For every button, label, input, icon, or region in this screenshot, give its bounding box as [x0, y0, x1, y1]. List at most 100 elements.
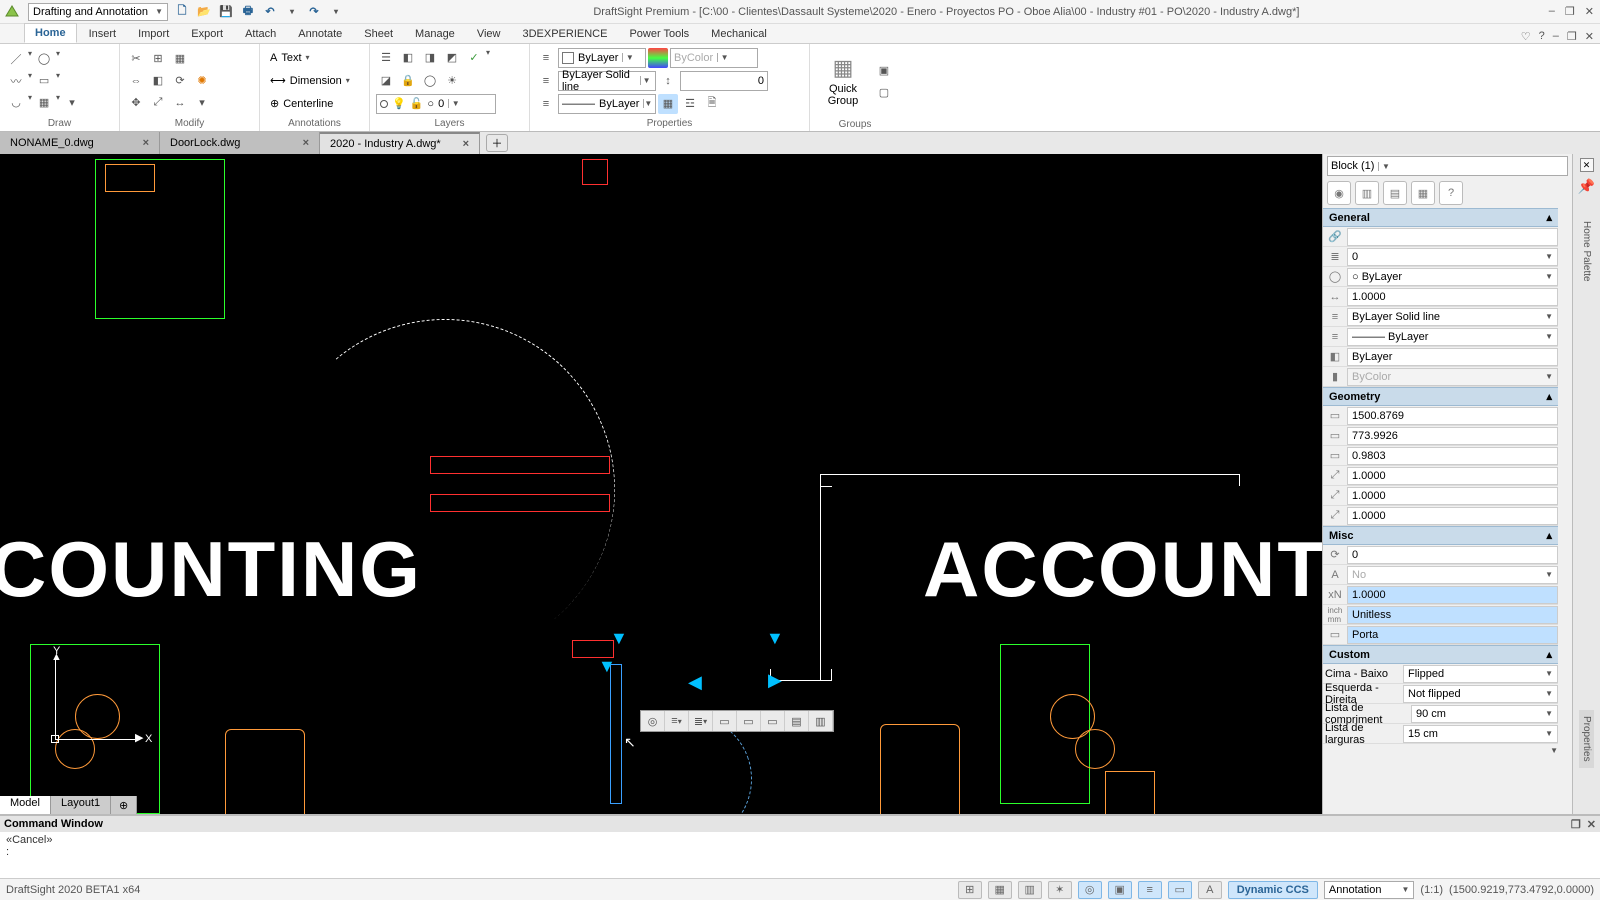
custom-esq-dir[interactable]: Not flipped▼ — [1403, 685, 1558, 703]
grip-arrow-icon[interactable]: ◀ — [688, 672, 702, 693]
rail-properties-label[interactable]: Properties — [1579, 710, 1594, 768]
hatch-icon[interactable]: ▦ — [34, 93, 54, 113]
save-icon[interactable]: 💾 — [218, 4, 234, 20]
prop-linescale[interactable]: 1.0000 — [1347, 288, 1558, 306]
line-color-combo[interactable]: ByLayer▼ — [558, 48, 646, 68]
layer-state-icon[interactable]: ◧ — [398, 48, 418, 68]
hu-list2-icon[interactable]: ≣▾ — [689, 711, 713, 731]
palette-pin-icon[interactable]: 📌 — [1578, 178, 1595, 195]
sheet-tab-model[interactable]: Model — [0, 796, 51, 814]
prop-tool-2[interactable]: ▥ — [1355, 181, 1379, 205]
tab-insert[interactable]: Insert — [79, 25, 127, 43]
prop-transparency[interactable]: ByLayer — [1347, 348, 1558, 366]
prop-block-name[interactable]: Porta — [1347, 626, 1558, 644]
match-props-icon[interactable]: ▦ — [658, 94, 678, 114]
pattern-icon[interactable]: ▦ — [170, 49, 190, 69]
prop-color[interactable]: ○ ByLayer▼ — [1347, 268, 1558, 286]
help-icon[interactable]: ? — [1539, 30, 1545, 43]
workspace-selector[interactable]: Drafting and Annotation ▼ — [28, 3, 168, 21]
tab-attach[interactable]: Attach — [235, 25, 286, 43]
hu-match-icon[interactable]: ▤ — [785, 711, 809, 731]
prop-y[interactable]: 773.9926 — [1347, 427, 1558, 445]
grip-arrow-icon[interactable]: ▼ — [598, 656, 616, 677]
centerline-button[interactable]: ⊕Centerline — [266, 94, 354, 114]
new-icon[interactable]: 🗋 — [174, 4, 190, 20]
hu-layer2-icon[interactable]: ▭ — [737, 711, 761, 731]
linecolor-icon[interactable]: ≡ — [536, 48, 556, 68]
prop-rotation[interactable]: 0 — [1347, 546, 1558, 564]
ortho-button[interactable]: ▥ — [1018, 881, 1042, 899]
layer-prev-icon[interactable]: ◨ — [420, 48, 440, 68]
section-misc[interactable]: Misc▴ — [1323, 526, 1558, 545]
layer-off-icon[interactable]: ◯ — [420, 71, 440, 91]
prop-z[interactable]: 0.9803 — [1347, 447, 1558, 465]
lineweight-set-icon[interactable]: ↕ — [658, 71, 678, 91]
layer-thaw-icon[interactable]: ☀ — [442, 71, 462, 91]
arc-icon[interactable]: ◡ — [6, 93, 26, 113]
tab-3dexperience[interactable]: 3DEXPERIENCE — [512, 25, 617, 43]
page-props-icon[interactable]: 🗎 — [702, 94, 722, 114]
redo-icon[interactable]: ↷ — [306, 4, 322, 20]
prop-hyperlink[interactable] — [1347, 228, 1558, 246]
prop-tool-4[interactable]: ▦ — [1411, 181, 1435, 205]
layer-ok-icon[interactable]: ✓ — [464, 48, 484, 68]
layer-manager-icon[interactable]: ☰ — [376, 48, 396, 68]
grip-triangle-icon[interactable]: ▼ — [766, 628, 784, 649]
group-icon[interactable]: ▣ — [874, 60, 894, 80]
tab-import[interactable]: Import — [128, 25, 179, 43]
heart-icon[interactable]: ♡ — [1521, 30, 1531, 43]
custom-largura[interactable]: 15 cm▼ — [1403, 725, 1558, 743]
quick-group-button[interactable]: ▦ Quick Group — [816, 46, 870, 116]
tab-manage[interactable]: Manage — [405, 25, 465, 43]
app-logo[interactable] — [0, 0, 24, 24]
hu-list1-icon[interactable]: ≡▾ — [665, 711, 689, 731]
custom-cima-baixo[interactable]: Flipped▼ — [1403, 665, 1558, 683]
sheet-tab-layout1[interactable]: Layout1 — [51, 796, 111, 814]
array-icon[interactable]: ⊞ — [148, 49, 168, 69]
child-minimize-icon[interactable]: – — [1549, 5, 1555, 18]
prop-linestyle[interactable]: ByLayer Solid line▼ — [1347, 308, 1558, 326]
annomon-button[interactable]: A — [1198, 881, 1222, 899]
tab-home[interactable]: Home — [24, 23, 77, 43]
etrack-button[interactable]: ▣ — [1108, 881, 1132, 899]
restore-icon[interactable]: ❐ — [1567, 30, 1577, 43]
modify-more-icon[interactable]: ▾ — [192, 93, 212, 113]
text-button[interactable]: AText▾ — [266, 48, 354, 68]
qinput-button[interactable]: ▭ — [1168, 881, 1192, 899]
list-props-icon[interactable]: ☲ — [680, 94, 700, 114]
cmd-restore-icon[interactable]: ❐ — [1571, 818, 1581, 831]
tab-view[interactable]: View — [467, 25, 511, 43]
command-history[interactable]: «Cancel» : — [0, 832, 1600, 878]
prop-annotative[interactable]: No▼ — [1347, 566, 1558, 584]
dynamic-ccs-button[interactable]: Dynamic CCS — [1228, 881, 1318, 899]
doc-tab-noname[interactable]: NONAME_0.dwg× — [0, 132, 160, 154]
trim-icon[interactable]: ✂ — [126, 49, 146, 69]
more-draw-icon[interactable]: ▾ — [62, 93, 82, 113]
layer-tool1-icon[interactable]: ◩ — [442, 48, 462, 68]
rect-icon[interactable]: ▭ — [34, 71, 54, 91]
prop-unit-factor[interactable]: 1.0000 — [1347, 586, 1558, 604]
close-icon[interactable]: × — [463, 138, 469, 150]
color-palette-icon[interactable] — [648, 48, 668, 68]
grip-arrow-icon[interactable]: ▶ — [768, 670, 782, 691]
linestyle-icon[interactable]: ≡ — [536, 71, 556, 91]
scroll-down-arrow-icon[interactable]: ▼ — [1550, 746, 1558, 755]
ungroup-icon[interactable]: ▢ — [874, 82, 894, 102]
sheet-add-button[interactable]: ⊕ — [111, 796, 137, 814]
tab-export[interactable]: Export — [181, 25, 233, 43]
line-weight-combo[interactable]: ———ByLayer▼ — [558, 94, 656, 114]
layer-active-combo[interactable]: 💡🔓○ 0 ▼ — [376, 94, 496, 114]
drawing-canvas[interactable]: COUNTING ACCOUNT ▼ ▼ ▼ ◀ ▶ ◎ ≡▾ ≣▾ — [0, 154, 1322, 814]
disp-color-combo[interactable]: ByColor▼ — [670, 48, 758, 68]
prop-tool-help[interactable]: ? — [1439, 181, 1463, 205]
anno-scale-combo[interactable]: Annotation▼ — [1324, 881, 1415, 899]
custom-comprimento[interactable]: 90 cm▼ — [1411, 705, 1558, 723]
prop-layer[interactable]: 0▼ — [1347, 248, 1558, 266]
close-icon[interactable]: ✕ — [1585, 30, 1594, 43]
prop-lineweight[interactable]: ——— ByLayer▼ — [1347, 328, 1558, 346]
prop-scale-x[interactable]: 1.0000 — [1347, 467, 1558, 485]
selected-door-block[interactable] — [610, 664, 622, 804]
tab-powertools[interactable]: Power Tools — [619, 25, 699, 43]
section-general[interactable]: General▴ — [1323, 208, 1558, 227]
snap-button[interactable]: ⊞ — [958, 881, 982, 899]
